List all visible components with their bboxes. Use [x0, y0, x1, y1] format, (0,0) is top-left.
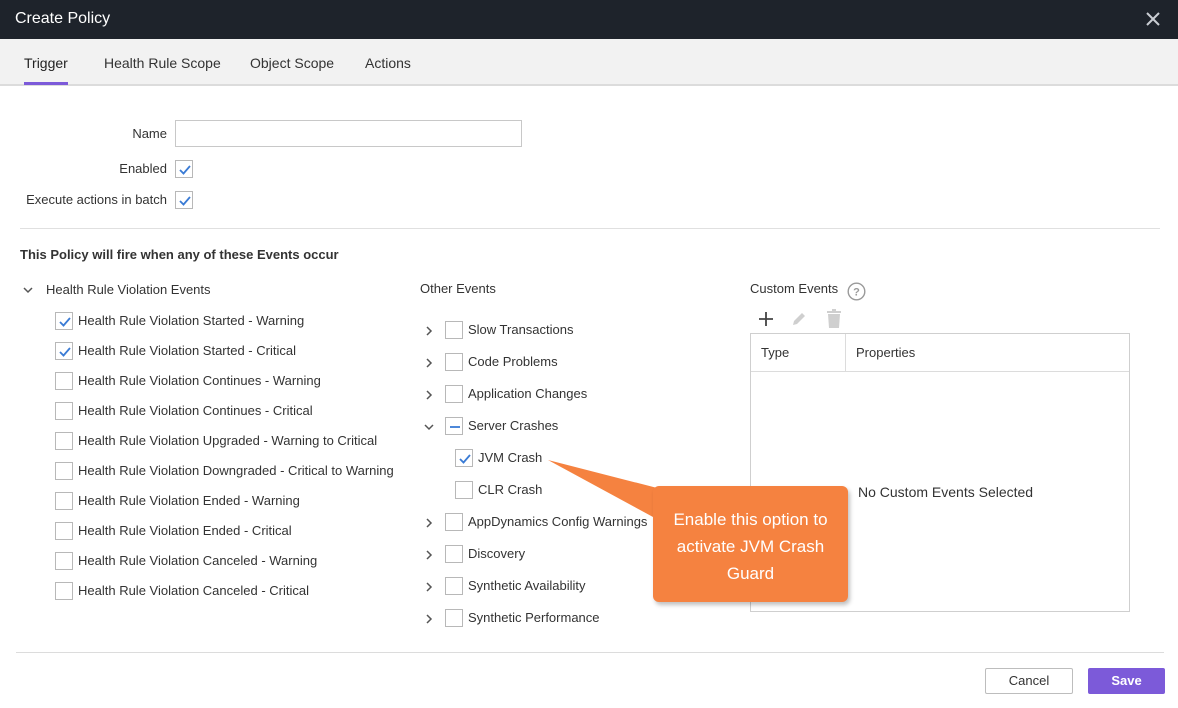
event-child-label: CLR Crash	[478, 482, 543, 497]
column-separator	[845, 334, 846, 372]
health-rule-item-label: Health Rule Violation Ended - Critical	[78, 523, 292, 538]
event-group-label: Application Changes	[468, 386, 588, 401]
dialog-title: Create Policy	[15, 10, 111, 27]
column-header-properties[interactable]: Properties	[856, 345, 915, 360]
health-rule-item-label: Health Rule Violation Continues - Warnin…	[78, 373, 321, 388]
health-rule-item-label: Health Rule Violation Ended - Warning	[78, 493, 300, 508]
tab-actions[interactable]: Actions	[365, 55, 411, 71]
health-rule-group-title: Health Rule Violation Events	[46, 282, 211, 297]
empty-table-message: No Custom Events Selected	[858, 484, 1034, 500]
health-rule-item-label: Health Rule Violation Started - Warning	[78, 313, 305, 328]
chevron-right-icon[interactable]	[423, 548, 435, 560]
enabled-label: Enabled	[119, 161, 167, 176]
health-rule-checkbox[interactable]	[55, 312, 73, 330]
health-rule-checkbox[interactable]	[55, 492, 73, 510]
health-rule-checkbox[interactable]	[55, 462, 73, 480]
cancel-button[interactable]: Cancel	[985, 668, 1073, 694]
health-rule-item-label: Health Rule Violation Canceled - Critica…	[78, 583, 309, 598]
table-header: Type Properties	[751, 334, 1129, 372]
event-child-label: JVM Crash	[478, 450, 543, 465]
event-group-checkbox[interactable]	[445, 545, 463, 563]
tab-health-rule-scope[interactable]: Health Rule Scope	[104, 55, 221, 71]
event-group-checkbox[interactable]	[445, 417, 463, 435]
column-header-type[interactable]: Type	[761, 345, 789, 360]
batch-label: Execute actions in batch	[26, 192, 167, 207]
save-button[interactable]: Save	[1088, 668, 1165, 694]
tab-object-scope[interactable]: Object Scope	[250, 55, 334, 71]
events-section-title: This Policy will fire when any of these …	[20, 247, 339, 262]
health-rule-item-label: Health Rule Violation Started - Critical	[78, 343, 296, 358]
health-rule-item-label: Health Rule Violation Upgraded - Warning…	[78, 433, 378, 448]
tab-bar: Trigger Health Rule Scope Object Scope A…	[0, 39, 1178, 86]
event-group-checkbox[interactable]	[445, 577, 463, 595]
health-rule-checkbox[interactable]	[55, 552, 73, 570]
batch-checkbox[interactable]	[175, 191, 193, 209]
close-icon[interactable]	[1143, 9, 1163, 29]
delete-icon[interactable]	[825, 309, 843, 328]
event-group-checkbox[interactable]	[445, 385, 463, 403]
event-child-checkbox[interactable]	[455, 449, 473, 467]
event-group-label: Slow Transactions	[468, 322, 574, 337]
edit-icon[interactable]	[790, 310, 808, 328]
health-rule-checkbox[interactable]	[55, 522, 73, 540]
event-group-checkbox[interactable]	[445, 513, 463, 531]
event-group-label: Synthetic Availability	[468, 578, 586, 593]
section-divider	[20, 228, 1160, 229]
chevron-right-icon[interactable]	[423, 516, 435, 528]
event-group-checkbox[interactable]	[445, 353, 463, 371]
health-rule-item-label: Health Rule Violation Continues - Critic…	[78, 403, 313, 418]
event-group-label: Discovery	[468, 546, 526, 561]
chevron-down-icon[interactable]	[22, 283, 34, 295]
callout-annotation: Enable this option to activate JVM Crash…	[653, 486, 848, 602]
chevron-right-icon[interactable]	[423, 388, 435, 400]
chevron-right-icon[interactable]	[423, 324, 435, 336]
chevron-right-icon[interactable]	[423, 580, 435, 592]
health-rule-checkbox[interactable]	[55, 372, 73, 390]
other-events-title: Other Events	[420, 281, 496, 296]
event-child-checkbox[interactable]	[455, 481, 473, 499]
svg-text:?: ?	[853, 287, 860, 299]
add-icon[interactable]	[757, 310, 775, 328]
tab-trigger[interactable]: Trigger	[24, 55, 68, 71]
name-label: Name	[132, 126, 167, 141]
event-group-label: Code Problems	[468, 354, 558, 369]
name-input[interactable]	[175, 120, 522, 147]
active-tab-indicator	[24, 82, 68, 85]
question-circle-icon[interactable]: ?	[847, 282, 866, 301]
health-rule-item-label: Health Rule Violation Canceled - Warning	[78, 553, 318, 568]
dialog-titlebar: Create Policy	[0, 0, 1178, 39]
chevron-right-icon[interactable]	[423, 356, 435, 368]
event-group-checkbox[interactable]	[445, 321, 463, 339]
health-rule-checkbox[interactable]	[55, 402, 73, 420]
chevron-down-icon[interactable]	[423, 420, 435, 432]
health-rule-item-label: Health Rule Violation Downgraded - Criti…	[78, 463, 394, 478]
custom-events-title: Custom Events	[750, 281, 839, 296]
chevron-right-icon[interactable]	[423, 612, 435, 624]
health-rule-checkbox[interactable]	[55, 432, 73, 450]
event-group-checkbox[interactable]	[445, 609, 463, 627]
event-group-label: Synthetic Performance	[468, 610, 600, 625]
health-rule-checkbox[interactable]	[55, 342, 73, 360]
footer-divider	[16, 652, 1164, 653]
callout-text: Enable this option to activate JVM Crash…	[673, 510, 828, 583]
health-rule-checkbox[interactable]	[55, 582, 73, 600]
enabled-checkbox[interactable]	[175, 160, 193, 178]
event-group-label: Server Crashes	[468, 418, 559, 433]
